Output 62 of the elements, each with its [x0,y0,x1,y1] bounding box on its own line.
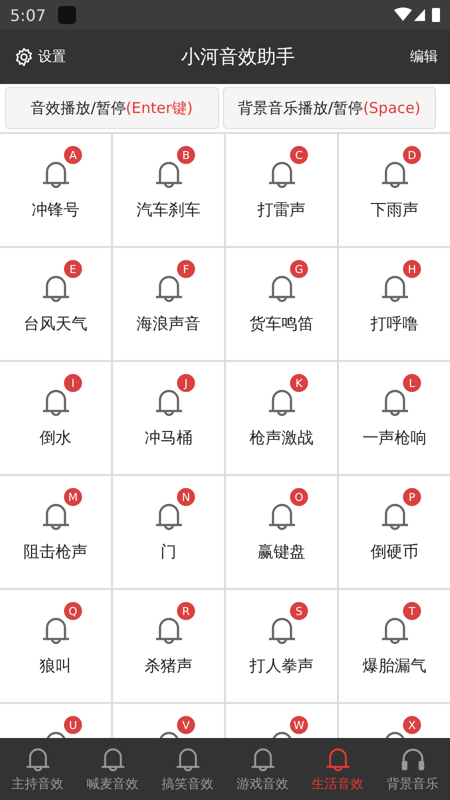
edit-button[interactable]: 编辑 [410,48,438,66]
key-badge: J [177,374,195,392]
sound-tile[interactable]: M 阻击枪声 [0,476,111,588]
key-badge: E [64,260,82,278]
key-badge: Q [64,602,82,620]
play-pause-button[interactable]: 音效播放/暂停(Enter键) [5,87,218,129]
status-time: 5:07 [10,6,46,24]
key-badge: H [403,260,421,278]
key-badge: R [177,602,195,620]
sound-tile[interactable]: R 杀猪声 [113,590,224,702]
key-badge: I [64,374,82,392]
nav-tab[interactable]: 背景音乐 [375,738,450,800]
sound-tile[interactable]: B 汽车刹车 [113,134,224,246]
nav-tab[interactable]: 喊麦音效 [75,738,150,800]
app-title: 小河音效助手 [181,45,295,70]
key-badge: P [403,488,421,506]
sound-tile[interactable]: N 门 [113,476,224,588]
sound-tile[interactable]: K 枪声激战 [226,362,337,474]
sound-tile[interactable]: F 海浪声音 [113,248,224,360]
sound-tile[interactable]: V [113,704,224,738]
key-badge: F [177,260,195,278]
play-pause-button[interactable]: 背景音乐播放/暂停(Space) [222,87,436,129]
sound-tile[interactable]: Q 狼叫 [0,590,111,702]
key-badge: U [64,716,82,734]
sound-tile[interactable]: L 一声枪响 [339,362,450,474]
sound-tile[interactable]: C 打雷声 [226,134,337,246]
key-badge: N [177,488,195,506]
key-badge: C [290,146,308,164]
key-badge: S [290,602,308,620]
key-badge: G [290,260,308,278]
notification-icon [58,6,76,24]
key-badge: X [403,716,421,734]
key-badge: V [177,716,195,734]
sound-tile[interactable]: J 冲马桶 [113,362,224,474]
signal-battery-icon [394,6,442,24]
sound-tile[interactable]: D 下雨声 [339,134,450,246]
key-badge: A [64,146,82,164]
sound-tile[interactable]: X [339,704,450,738]
key-badge: W [290,716,308,734]
sound-tile[interactable]: U [0,704,111,738]
sound-tile[interactable]: T 爆胎漏气 [339,590,450,702]
key-badge: D [403,146,421,164]
settings-icon [14,47,34,67]
nav-tab[interactable]: 搞笑音效 [150,738,225,800]
sound-tile[interactable]: H 打呼噜 [339,248,450,360]
key-badge: K [290,374,308,392]
sound-tile[interactable]: O 赢键盘 [226,476,337,588]
key-badge: B [177,146,195,164]
nav-tab[interactable]: 游戏音效 [225,738,300,800]
sound-tile[interactable]: G 货车鸣笛 [226,248,337,360]
sound-tile[interactable]: P 倒硬币 [339,476,450,588]
nav-tab[interactable]: 主持音效 [0,738,75,800]
sound-tile[interactable]: I 倒水 [0,362,111,474]
sound-tile[interactable]: W [226,704,337,738]
sound-tile[interactable]: A 冲锋号 [0,134,111,246]
key-badge: T [403,602,421,620]
key-badge: L [403,374,421,392]
sound-tile[interactable]: S 打人拳声 [226,590,337,702]
settings-button[interactable]: 设置 [14,47,66,67]
sound-tile[interactable]: E 台风天气 [0,248,111,360]
key-badge: M [64,488,82,506]
key-badge: O [290,488,308,506]
